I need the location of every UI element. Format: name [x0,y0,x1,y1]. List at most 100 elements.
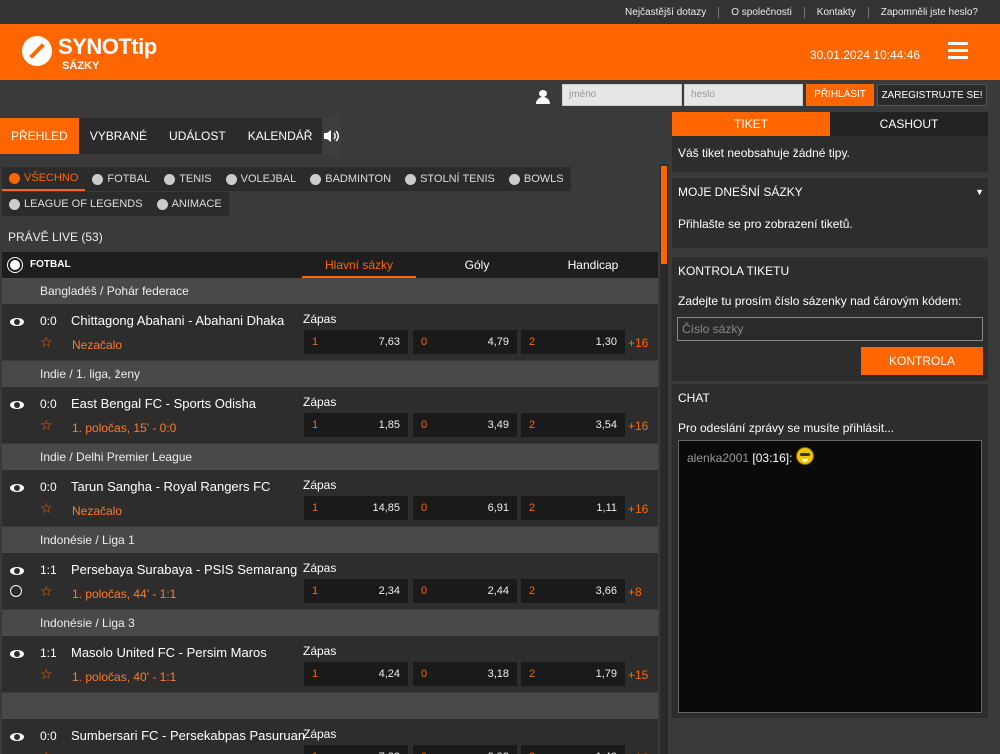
star-icon[interactable]: ☆ [40,334,53,351]
odd-button[interactable]: 0 4,79 [413,330,517,354]
match-teams[interactable]: Chittagong Abahani - Abahani Dhaka [71,313,284,328]
odd-label: 1 [312,336,319,348]
match-row[interactable]: 1:1 ☆ Masolo United FC - Persim Maros 1. po… [2,636,658,692]
register-button[interactable]: ZAREGISTRUJTE SE! [877,84,987,106]
match-score: 0:0 [40,314,57,328]
tab-ticket[interactable]: TIKET [672,112,830,136]
more-bets-link[interactable]: +16 [628,336,648,350]
match-row[interactable]: 0:0 ☆ East Bengal FC - Sports Odisha 1. pol… [2,387,658,443]
star-icon[interactable]: ☆ [40,749,53,754]
faq-link[interactable]: Nejčastější dotazy [613,7,718,18]
football-icon [8,258,22,272]
odd-value: 4,79 [487,336,509,348]
league-header: Bangladéš / Pohár federace [2,278,658,304]
match-status: 1. poločas, 40' - 1:1 [72,670,177,684]
logo[interactable]: SYNOTtip SÁZKY [22,32,157,72]
all-sports-icon [9,172,20,184]
odd-button[interactable]: 0 2,44 [413,579,517,603]
odd-button[interactable]: 1 7,63 [304,330,408,354]
match-row[interactable]: 0:0 ☆ Sumbersari FC - Persekabpas Pasuruan… [2,719,658,754]
contacts-link[interactable]: Kontakty [803,6,868,18]
chat-messages[interactable]: alenka2001 [03:16]: [678,440,982,713]
stats-icon[interactable] [10,585,22,597]
sport-filter-badminton[interactable]: BADMINTON [303,167,398,191]
eye-icon[interactable] [10,318,24,326]
tab-cashout[interactable]: CASHOUT [830,112,988,136]
odd-button[interactable]: 1 14,85 [304,496,408,520]
match-teams[interactable]: Persebaya Surabaya - PSIS Semarang [71,562,297,577]
star-icon[interactable]: ☆ [40,500,53,517]
tab-event[interactable]: UDÁLOST [158,118,237,154]
ticket-empty-text: Váš tiket neobsahuje žádné tipy. [678,146,850,160]
sport-filter-bowls[interactable]: BOWLS [502,167,571,191]
tennis-icon [164,173,176,185]
odd-button[interactable]: 2 3,66 [521,579,625,603]
more-bets-link[interactable]: +15 [628,668,648,682]
username-input[interactable]: jméno [562,84,682,106]
match-row[interactable]: 0:0 ☆ Tarun Sangha - Royal Rangers FC Nezač… [2,470,658,526]
odd-button[interactable]: 0 6,91 [413,496,517,520]
login-button[interactable]: PŘIHLÁSIT [806,84,874,106]
odd-button[interactable]: 2 1,79 [521,662,625,686]
match-teams[interactable]: East Bengal FC - Sports Odisha [71,396,256,411]
tab-handicap[interactable]: Handicap [536,252,650,278]
user-icon [536,90,550,104]
ticket-number-input[interactable]: Číslo sázky [677,317,983,341]
match-teams[interactable]: Tarun Sangha - Royal Rangers FC [71,479,270,494]
odd-button[interactable]: 2 1,30 [521,330,625,354]
star-icon[interactable]: ☆ [40,666,53,683]
more-bets-link[interactable]: +16 [628,419,648,433]
tab-main-bets[interactable]: Hlavní sázky [302,252,416,278]
odd-button[interactable]: 1 1,85 [304,413,408,437]
control-button[interactable]: KONTROLA [861,347,983,375]
table-sport-label: FOTBAL [30,259,71,270]
sport-filter-football[interactable]: FOTBAL [85,167,157,191]
more-bets-link[interactable]: +16 [628,502,648,516]
my-bets-header[interactable]: MOJE DNEŠNÍ SÁZKY ▼ [672,178,988,206]
odd-button[interactable]: 17,23 [304,745,408,754]
odd-label: 1 [312,668,319,680]
odd-button[interactable]: 2 3,54 [521,413,625,437]
odd-button[interactable]: 1 2,34 [304,579,408,603]
more-bets-link[interactable]: +8 [628,585,642,599]
match-teams[interactable]: Masolo United FC - Persim Maros [71,645,267,660]
scrollbar-thumb[interactable] [661,166,667,264]
sport-filter-volleyball[interactable]: VOLEJBAL [219,167,304,191]
sport-filter-all[interactable]: VŠECHNO [2,167,86,191]
odd-button[interactable]: 21,40 [521,745,625,754]
tab-selected[interactable]: VYBRANÉ [79,118,158,154]
odd-button[interactable]: 2 1,11 [521,496,625,520]
forgot-password-link[interactable]: Zapomněli jste heslo? [867,6,990,18]
tab-goals[interactable]: Góly [420,252,534,278]
eye-icon[interactable] [10,401,24,409]
volleyball-icon [225,173,237,185]
odd-button[interactable]: 1 4,24 [304,662,408,686]
odd-button[interactable]: 03,92 [413,745,517,754]
password-input[interactable]: heslo [684,84,803,106]
match-row[interactable]: 0:0 ☆ Chittagong Abahani - Abahani Dhaka Ne… [2,304,658,360]
eye-icon[interactable] [10,650,24,658]
odd-label: 2 [529,336,536,348]
tab-overview[interactable]: PŘEHLED [0,118,79,154]
ticket-control-title: KONTROLA TIKETU [672,257,988,285]
sport-filter-lol[interactable]: LEAGUE OF LEGENDS [2,192,150,216]
sport-filter-table-tennis[interactable]: STOLNÍ TENIS [398,167,502,191]
sport-filter-tennis[interactable]: TENIS [157,167,218,191]
sound-icon[interactable] [323,118,342,154]
match-row[interactable]: 1:1 ☆ Persebaya Surabaya - PSIS Semarang 1.… [2,553,658,609]
match-teams[interactable]: Sumbersari FC - Persekabpas Pasuruan [71,728,305,743]
star-icon[interactable]: ☆ [40,583,53,600]
hamburger-menu-icon[interactable] [948,42,968,60]
sport-filter-animation[interactable]: ANIMACE [150,192,229,216]
odd-label: 2 [529,419,536,431]
star-icon[interactable]: ☆ [40,417,53,434]
odd-button[interactable]: 0 3,18 [413,662,517,686]
eye-icon[interactable] [10,567,24,575]
eye-icon[interactable] [10,733,24,741]
odd-button[interactable]: 0 3,49 [413,413,517,437]
league-header [2,693,658,719]
about-link[interactable]: O společnosti [718,6,804,18]
eye-icon[interactable] [10,484,24,492]
tab-calendar[interactable]: KALENDÁŘ [237,118,324,154]
sport-filter-row-2: LEAGUE OF LEGENDS ANIMACE [2,192,229,216]
